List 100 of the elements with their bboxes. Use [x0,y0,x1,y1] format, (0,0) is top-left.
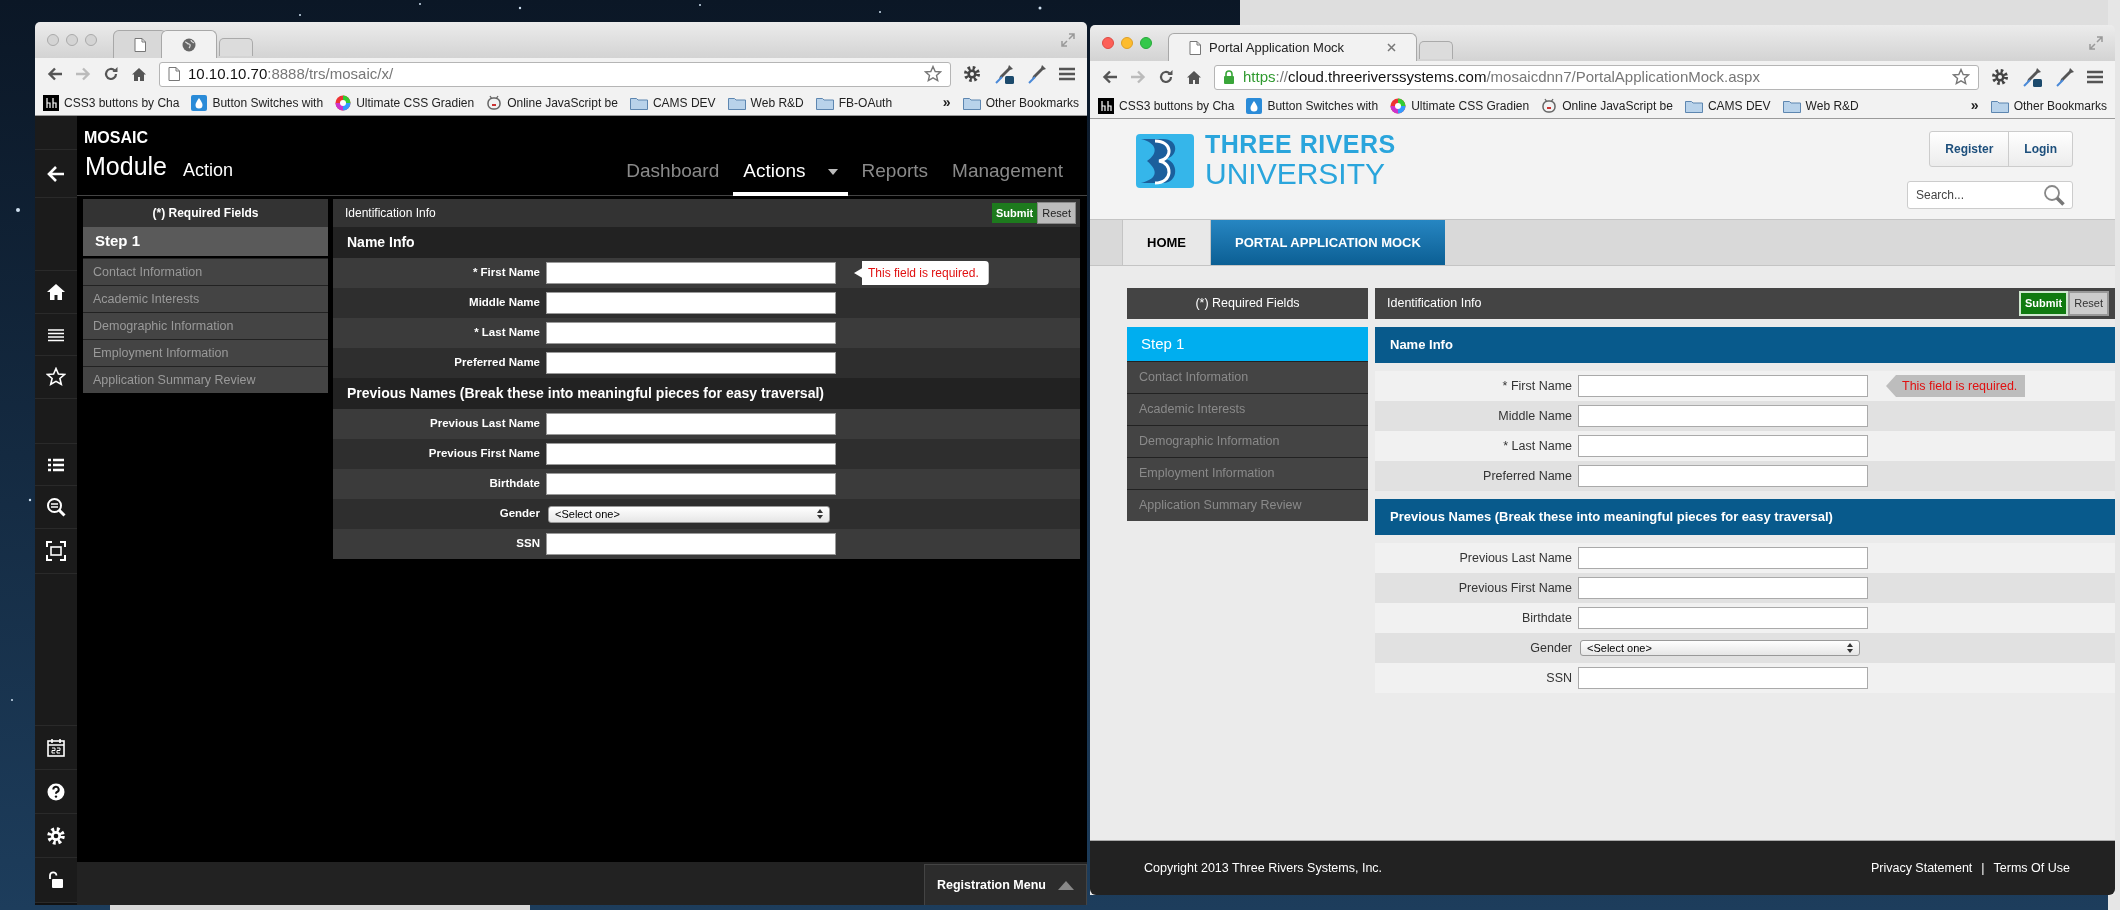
search-field[interactable]: Search... [1907,181,2073,209]
sidebar-button[interactable] [35,356,77,399]
sidebar-button[interactable] [35,271,77,314]
fullscreen-icon[interactable] [46,541,66,561]
menu-icon[interactable] [2087,70,2103,84]
bookmark[interactable]: Other Bookmarks [1990,96,2107,115]
home-icon[interactable] [46,282,66,302]
settings-icon[interactable] [1991,68,2009,86]
sidebar-button[interactable] [35,314,77,356]
bookmark[interactable]: Button Switches with [1246,96,1379,115]
submit-button[interactable]: Submit [991,202,1038,224]
address-bar[interactable]: https://cloud.threeriverssystems.com/mosaicdnn7/PortalApplicationMock.aspx [1214,64,1979,90]
close-button[interactable] [1102,37,1114,49]
step-item[interactable]: Contact Information [83,258,328,285]
settings-icon[interactable] [963,65,981,83]
address-bar[interactable]: 10.10.10.70:8888/trs/mosaic/x/ [159,61,951,87]
bookmark[interactable]: Button Switches with [191,93,324,112]
text-field[interactable] [546,413,836,435]
nav-tab[interactable]: Actions [733,151,848,196]
search-icon[interactable] [46,497,66,517]
bookmark[interactable]: Other Bookmarks [962,93,1079,112]
overflow-chevron[interactable]: » [942,92,951,113]
text-field[interactable] [546,352,836,374]
bookmark[interactable]: Online JavaScript be [486,93,618,112]
step-item[interactable]: Application Summary Review [83,366,328,393]
calendar-icon[interactable] [46,737,66,758]
sidebar-button[interactable] [35,529,77,574]
sidebar-button[interactable] [35,726,77,770]
sidebar-button[interactable] [35,814,77,858]
browser-tab[interactable]: Portal Application Mock [1168,33,1417,61]
bookmark[interactable]: Web R&D [727,93,804,112]
account-button[interactable]: Register [1930,132,2009,166]
select-field[interactable]: <Select one> [548,505,830,523]
text-field[interactable] [1578,577,1868,599]
bookmark[interactable]: CAMS DEV [1684,96,1771,115]
registration-menu-button[interactable]: Registration Menu [923,864,1087,905]
reload-icon[interactable] [1158,69,1174,85]
select-field[interactable]: <Select one> [1580,640,1860,656]
browser-tab[interactable] [161,30,217,58]
page-icon [1189,40,1201,55]
footer-link[interactable]: Terms Of Use [1993,858,2070,878]
bookmark[interactable]: Ultimate CSS Gradien [1390,96,1530,115]
step-item[interactable]: Employment Information [83,339,328,366]
home-icon[interactable] [1186,69,1202,85]
bookmark[interactable]: CSS3 buttons by Cha [43,93,180,112]
unlock-icon[interactable] [46,870,66,890]
text-field[interactable] [546,443,836,465]
back-icon[interactable] [46,163,66,184]
bookmark-star-icon[interactable] [1952,68,1970,86]
overflow-chevron[interactable]: » [1970,95,1979,116]
bookmark[interactable]: Ultimate CSS Gradien [335,93,475,112]
text-field[interactable] [1578,375,1868,397]
nav-tab[interactable]: Reports [851,151,939,196]
bookmark[interactable]: CSS3 buttons by Cha [1098,96,1235,115]
submit-button[interactable]: Submit [2018,291,2069,316]
eyedropper-icon[interactable] [993,63,1015,85]
menu-icon[interactable] [1059,67,1075,81]
sidebar-button[interactable] [35,150,77,198]
bookmark[interactable]: Web R&D [1782,96,1859,115]
text-field[interactable] [546,533,836,555]
sidebar-button[interactable] [35,770,77,814]
text-field[interactable] [546,292,836,314]
text-field[interactable] [1578,607,1868,629]
sidebar-button[interactable] [35,486,77,529]
text-field[interactable] [546,322,836,344]
eyedropper-icon[interactable] [1027,64,1047,84]
eyedropper-icon[interactable] [2021,66,2043,88]
footer-link[interactable]: Privacy Statement [1870,858,1973,878]
text-field[interactable] [546,473,836,495]
text-field[interactable] [546,262,836,284]
close-icon[interactable] [1387,43,1396,52]
nav-tab[interactable]: PORTAL APPLICATION MOCK [1211,220,1445,265]
sidebar-button[interactable] [35,858,77,903]
sidebar-button[interactable] [35,444,77,486]
text-field[interactable] [1578,547,1868,569]
account-button[interactable]: Login [2008,132,2072,166]
text-field[interactable] [1578,667,1868,689]
help-icon[interactable] [46,781,66,802]
reload-icon[interactable] [103,66,119,82]
step-item[interactable]: Academic Interests [83,285,328,312]
bookmark-star-icon[interactable] [924,65,942,83]
home-icon[interactable] [131,66,147,82]
url-text: https://cloud.threeriverssystems.com/mosaicdnn7/PortalApplicationMock.aspx [1243,66,1761,87]
reset-button[interactable]: Reset [1037,201,1076,225]
back-icon[interactable] [47,67,63,81]
bookmark[interactable]: Online JavaScript be [1541,96,1673,115]
text-field[interactable] [1578,435,1868,457]
eyedropper-icon[interactable] [2055,67,2075,87]
reset-button[interactable]: Reset [2068,291,2109,316]
back-icon[interactable] [1102,70,1118,84]
star-icon[interactable] [46,367,66,387]
nav-tab[interactable]: HOME [1122,220,1211,265]
text-field[interactable] [1578,465,1868,487]
nav-tab[interactable]: Dashboard [616,151,730,196]
nav-tab[interactable]: Management [942,151,1073,196]
step-item[interactable]: Demographic Information [83,312,328,339]
bookmark[interactable]: CAMS DEV [629,93,716,112]
text-field[interactable] [1578,405,1868,427]
bookmark[interactable]: FB-OAuth [815,93,893,112]
step-item[interactable]: Step 1 [83,227,328,256]
